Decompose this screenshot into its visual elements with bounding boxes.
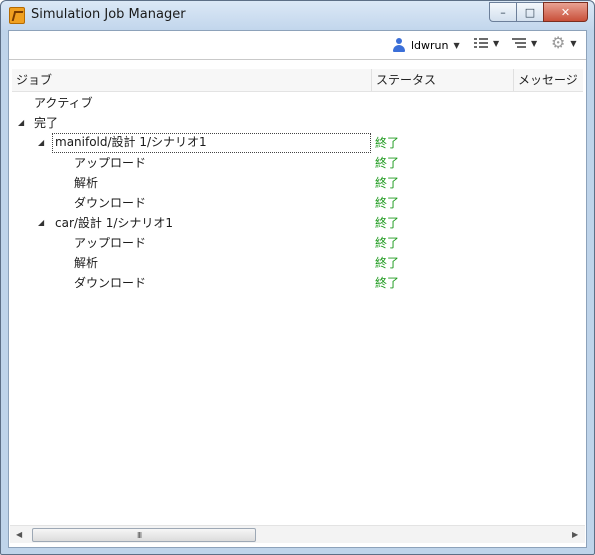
app-window: Simulation Job Manager – □ ✕ ldwrun ▼ ▼ [0,0,595,555]
tree-row-task[interactable]: アップロード 終了 [12,233,583,253]
tree-label: 解析 [74,176,99,190]
window-title: Simulation Job Manager [31,7,186,22]
status-text: 終了 [375,196,400,210]
tree-row-task[interactable]: ダウンロード 終了 [12,193,583,213]
column-header: ジョブ ステータス メッセージ [12,69,583,92]
tree-label: 解析 [74,256,99,270]
tree-label: ダウンロード [74,196,147,210]
maximize-button[interactable]: □ [516,2,544,22]
tree-row-task[interactable]: 解析 終了 [12,253,583,273]
tree-label: ダウンロード [74,276,147,290]
tree-row-completed[interactable]: ◢ 完了 [12,113,583,133]
lines-icon [512,38,526,48]
column-job[interactable]: ジョブ [12,69,371,91]
gear-icon: ⚙ [551,33,566,52]
tree-label: アップロード [74,156,147,170]
expand-arrow-icon[interactable]: ◢ [38,213,44,233]
status-text: 終了 [375,276,400,290]
status-text: 終了 [375,256,400,270]
chevron-down-icon: ▼ [570,38,577,48]
horizontal-scrollbar[interactable]: ◀ III ▶ [10,525,585,543]
tree-row-job[interactable]: ◢ car/設計 1/シナリオ1 終了 [12,213,583,233]
tree-row-task[interactable]: アップロード 終了 [12,153,583,173]
tree-row-task[interactable]: ダウンロード 終了 [12,273,583,293]
tree-row-task[interactable]: 解析 終了 [12,173,583,193]
tree-label: アップロード [74,236,147,250]
app-logo-icon [9,7,25,24]
chevron-down-icon: ▼ [453,40,460,50]
layout-menu[interactable]: ▼ [512,38,537,48]
status-text: 終了 [375,216,400,230]
tree-label: アクティブ [34,96,93,110]
window-controls: – □ ✕ [489,2,588,22]
status-text: 終了 [375,176,400,190]
status-text: 終了 [375,236,400,250]
close-button[interactable]: ✕ [543,2,588,22]
chevron-down-icon: ▼ [493,38,500,48]
status-text: 終了 [375,156,400,170]
list-view-menu[interactable]: ▼ [474,38,499,48]
tree-row-job[interactable]: ◢ manifold/設計 1/シナリオ1 終了 [12,133,583,153]
scroll-left-icon[interactable]: ◀ [16,530,22,539]
user-menu[interactable]: ldwrun ▼ [392,38,460,52]
column-message[interactable]: メッセージ [513,69,583,91]
column-status[interactable]: ステータス [371,69,513,91]
user-icon [392,38,406,52]
chevron-down-icon: ▼ [531,38,538,48]
list-icon [474,38,488,48]
grip-icon: III [137,531,142,540]
tree-label-selected: manifold/設計 1/シナリオ1 [52,133,371,153]
client-area: ldwrun ▼ ▼ ▼ ⚙ ▼ ジョブ ステータス メッセージ アクティブ ◢… [8,30,587,548]
status-text: 終了 [375,136,400,150]
scroll-right-icon[interactable]: ▶ [572,530,578,539]
tree-label: car/設計 1/シナリオ1 [55,216,174,230]
user-label: ldwrun [411,38,449,52]
title-bar[interactable]: Simulation Job Manager – □ ✕ [1,1,594,30]
tree-row-active[interactable]: アクティブ [12,93,583,113]
tree-label: 完了 [34,116,59,130]
minimize-button[interactable]: – [489,2,517,22]
job-tree: アクティブ ◢ 完了 ◢ manifold/設計 1/シナリオ1 終了 アップロ… [12,93,583,293]
scrollbar-thumb[interactable]: III [32,528,256,542]
expand-arrow-icon[interactable]: ◢ [38,133,44,153]
toolbar: ldwrun ▼ ▼ ▼ ⚙ ▼ [9,31,586,60]
settings-menu[interactable]: ⚙ ▼ [551,33,577,52]
expand-arrow-icon[interactable]: ◢ [18,113,24,133]
